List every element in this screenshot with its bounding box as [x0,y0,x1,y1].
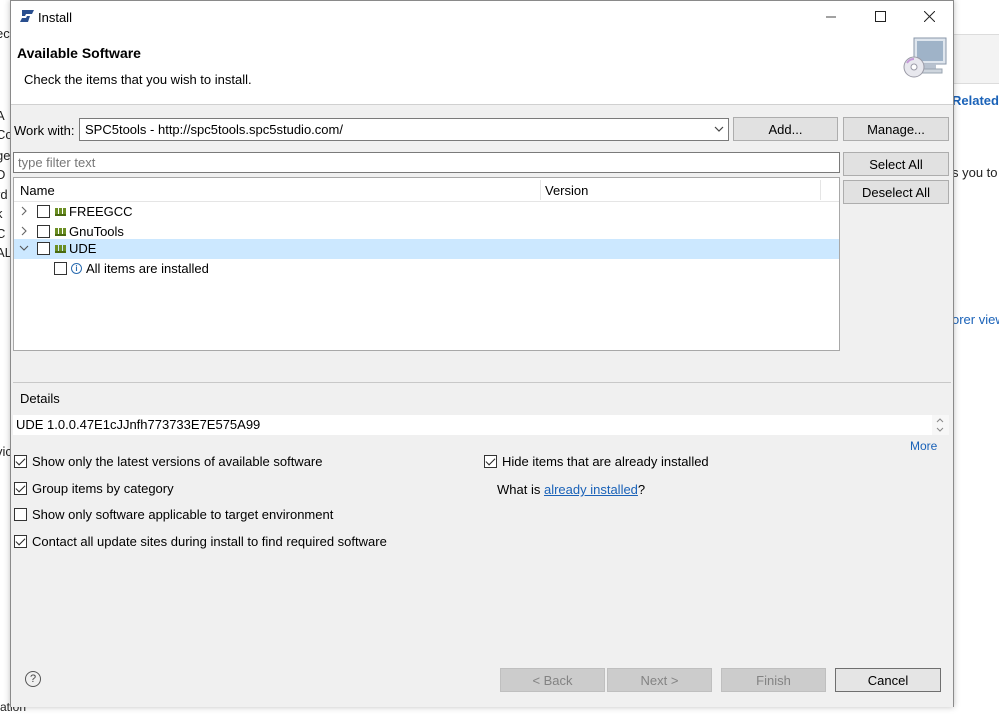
bg-link-fragment[interactable]: orer view [952,312,999,327]
column-header-version[interactable]: Version [545,183,588,198]
what-is-suffix: ? [637,482,646,497]
finish-button[interactable]: Finish [721,668,826,692]
work-with-value: SPC5tools - http://spc5tools.spc5studio.… [85,122,343,137]
page-heading: Available Software [17,45,141,61]
bg-fragment: k [0,206,3,221]
maximize-icon [874,11,886,22]
scroll-arrows-icon [936,418,944,432]
option-label: Hide items that are already installed [502,454,709,469]
page-description: Check the items that you wish to install… [24,72,252,87]
close-icon [923,11,935,22]
info-icon: i [71,263,82,274]
row-checkbox[interactable] [54,262,67,275]
tree-row-label: GnuTools [69,224,124,239]
tree-row-freegcc[interactable]: FREEGCC [14,202,839,222]
software-tree[interactable]: Name Version FREEGCC GnuTools UDE i All … [13,177,840,351]
next-button[interactable]: Next > [607,668,712,692]
cancel-button[interactable]: Cancel [835,668,941,692]
bg-fragment: C [0,226,6,241]
already-installed-link[interactable]: already installed [544,482,638,497]
filter-input[interactable]: type filter text [13,152,840,173]
deselect-all-button[interactable]: Deselect All [843,180,949,204]
row-checkbox[interactable] [37,242,50,255]
category-package-icon [55,208,66,216]
bg-fragment: D [0,167,6,182]
bg-related-heading: Related [952,93,999,108]
back-button[interactable]: < Back [500,668,605,692]
details-more-link[interactable]: More [910,439,937,453]
bg-fragment: ec [0,26,10,41]
tree-row-label: All items are installed [86,261,209,276]
work-with-label: Work with: [14,123,75,138]
option-checkbox[interactable] [14,508,27,521]
option-label: Show only the latest versions of availab… [32,454,323,469]
title-bar: Install [11,1,953,32]
details-scrollbar[interactable] [932,415,949,435]
add-site-button[interactable]: Add... [733,117,838,141]
window-title: Install [38,10,72,25]
what-is-prefix: What is [497,482,541,497]
bg-fragment: s you to [952,165,998,180]
bg-fragment: A [0,108,5,123]
install-dialog: Install Available Software Check the ite… [10,0,954,707]
close-button[interactable] [906,1,952,32]
minimize-icon [826,16,836,17]
tree-row-ude[interactable]: UDE [14,239,839,259]
what-is-installed-text: What is already installed? [497,482,645,497]
option-label: Group items by category [32,481,174,496]
tree-row-all-installed[interactable]: i All items are installed [14,259,839,279]
st-logo-icon [20,10,34,22]
bg-fragment: ge [0,148,11,163]
chevron-right-icon[interactable] [20,205,28,217]
bg-toolbar-strip [954,34,999,84]
background-window-right: Related s you to orer view [952,0,999,710]
chevron-down-icon [714,126,724,132]
option-checkbox[interactable] [484,455,497,468]
category-package-icon [55,228,66,236]
work-with-combo[interactable]: SPC5tools - http://spc5tools.spc5studio.… [79,118,729,141]
section-divider [13,382,951,383]
option-checkbox[interactable] [14,535,27,548]
category-package-icon [55,245,66,253]
chevron-right-icon[interactable] [20,225,28,237]
minimize-button[interactable] [808,1,854,32]
help-icon[interactable]: ? [25,671,41,687]
column-separator[interactable] [540,180,541,200]
chevron-down-icon[interactable] [18,244,30,252]
option-label: Contact all update sites during install … [32,534,387,549]
details-text: UDE 1.0.0.47E1cJJnfh773733E7E575A99 [13,415,932,435]
option-checkbox[interactable] [14,482,27,495]
tree-row-label: UDE [69,241,97,256]
maximize-button[interactable] [857,1,903,32]
details-label: Details [20,391,60,406]
tree-row-label: FREEGCC [69,204,133,219]
select-all-button[interactable]: Select All [843,152,949,176]
column-separator[interactable] [820,180,821,200]
install-software-icon [903,37,947,78]
tree-header: Name Version [14,178,839,202]
row-checkbox[interactable] [37,205,50,218]
wizard-banner: Available Software Check the items that … [11,32,953,105]
column-header-name[interactable]: Name [20,183,55,198]
bg-fragment: rd [0,187,8,202]
manage-sites-button[interactable]: Manage... [843,117,949,141]
option-checkbox[interactable] [14,455,27,468]
background-window-left: ec A Co ge D rd k C AL vic [0,0,13,710]
option-label: Show only software applicable to target … [32,507,334,522]
row-checkbox[interactable] [37,225,50,238]
